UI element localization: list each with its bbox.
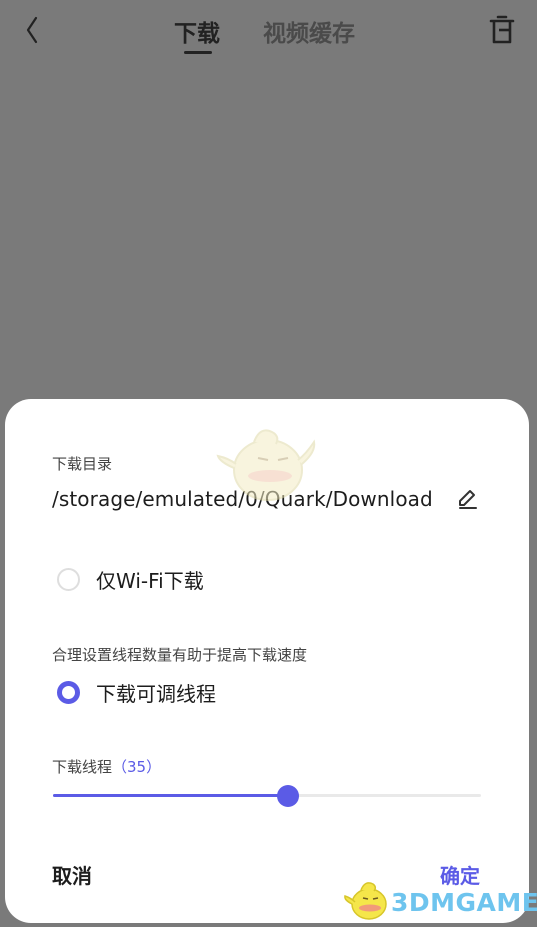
watermark: 3DMGAME: [343, 876, 537, 924]
download-directory-label: 下载目录: [52, 455, 113, 473]
threads-count-label: 下载线程（35）: [52, 756, 161, 777]
thread-hint-text: 合理设置线程数量有助于提高下载速度: [52, 646, 308, 664]
delete-button[interactable]: [488, 14, 516, 46]
tab-video-cache[interactable]: 视频缓存: [263, 14, 355, 48]
pencil-icon: [459, 490, 477, 509]
threads-slider[interactable]: [53, 785, 481, 807]
wifi-only-radio[interactable]: [57, 568, 80, 591]
adjustable-threads-radio[interactable]: [57, 681, 80, 704]
slider-thumb[interactable]: [277, 785, 300, 807]
watermark-mascot-small-icon: [344, 882, 387, 920]
watermark-mascot-icon: [216, 429, 316, 501]
active-tab-indicator: [184, 51, 212, 54]
cancel-button[interactable]: 取消: [52, 860, 92, 889]
wifi-only-option[interactable]: 仅Wi-Fi下载: [57, 565, 204, 594]
slider-fill: [53, 794, 289, 797]
wifi-only-label: 仅Wi-Fi下载: [96, 569, 204, 593]
tab-download[interactable]: 下载: [174, 14, 220, 48]
threads-value: （35）: [112, 758, 162, 776]
threads-label-text: 下载线程: [52, 758, 113, 776]
trash-icon: [489, 15, 515, 44]
adjustable-threads-label: 下载可调线程: [96, 682, 216, 706]
top-bar: 下载 视频缓存: [0, 0, 537, 62]
watermark-text: 3DMGAME: [391, 888, 537, 917]
chevron-left-icon: [26, 16, 38, 44]
adjustable-threads-option[interactable]: 下载可调线程: [57, 678, 216, 707]
back-button[interactable]: [20, 14, 44, 46]
edit-directory-button[interactable]: [456, 487, 480, 511]
